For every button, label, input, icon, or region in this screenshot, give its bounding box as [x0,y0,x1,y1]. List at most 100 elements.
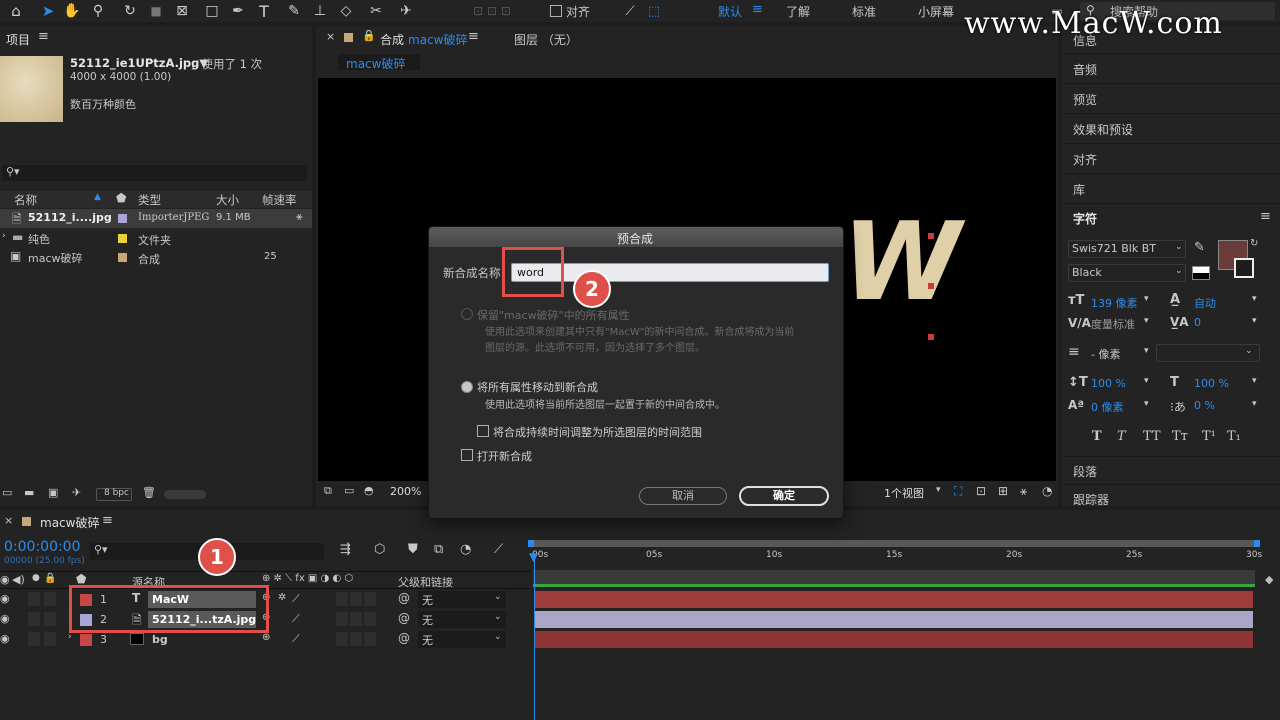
switch-box[interactable] [336,632,348,646]
leading-value[interactable]: 自动 [1194,295,1216,311]
switch-box[interactable] [350,612,362,626]
layer-tab[interactable]: 图层 （无） [514,31,578,48]
workspace-menu-icon[interactable]: ≡ [752,2,763,17]
subscript-button[interactable]: T₁ [1227,429,1241,444]
always-preview-icon[interactable]: ⧉ [324,484,332,498]
switch-box[interactable] [336,612,348,626]
switch-box[interactable] [28,612,40,626]
render-icon[interactable]: ✈ [72,486,81,499]
switch-box[interactable] [28,632,40,646]
close-icon[interactable]: × [326,30,335,43]
comp-tab-label[interactable]: 合成 [380,31,404,48]
superscript-button[interactable]: T¹ [1202,429,1216,444]
home-icon[interactable]: ⌂ [6,1,26,21]
shy-switch-icon[interactable]: ⊕ [262,632,270,643]
font-family-select[interactable]: Swis721 Blk BT ⌄ [1068,240,1186,258]
baseline-shift-value[interactable]: 0 像素 [1091,399,1124,415]
switch-box[interactable] [350,592,362,606]
project-item[interactable]: › ▬ 纯色 文件夹 [0,229,312,248]
chevron-down-icon[interactable]: ▾ [1252,376,1257,386]
roto-brush-tool-icon[interactable]: ✂ [366,1,386,21]
stroke-color-swatch[interactable] [1234,258,1254,278]
chevron-right-icon[interactable]: › [2,231,6,241]
chevron-down-icon[interactable]: ▾ [936,485,941,495]
view-count[interactable]: 1个视图 [884,485,924,501]
switch-box[interactable] [364,612,376,626]
small-caps-button[interactable]: Tт [1172,429,1188,444]
visibility-icon[interactable]: ◉ [0,612,10,625]
layer-duration-bar[interactable] [535,611,1253,628]
pan-behind-tool-icon[interactable]: ⊠ [172,1,192,21]
stroke-width-value[interactable]: - 像素 [1091,346,1120,362]
workspace-small-screen[interactable]: 小屏幕 [918,3,954,20]
switch-box[interactable] [336,592,348,606]
column-name[interactable]: 名称 [14,192,37,208]
monitor-icon[interactable]: ▭ [344,484,354,497]
type-tool-icon[interactable]: T [254,1,274,21]
camera-tool-icon[interactable]: ■ [146,1,166,21]
workspace-learn[interactable]: 了解 [786,3,810,20]
switch-box[interactable] [350,632,362,646]
parent-select[interactable]: 无 ⌄ [418,611,506,628]
panel-item-audio[interactable]: 音频 [1062,55,1280,84]
comp-breadcrumb[interactable]: macw破碎 [338,54,420,71]
toggle-view-icon[interactable]: ⛶ [954,484,962,499]
collapse-switch-icon[interactable]: ✲ [278,592,286,603]
visibility-icon[interactable]: ◉ [0,573,10,586]
brush-tool-icon[interactable]: ✎ [284,1,304,21]
label-tag-icon[interactable]: ⬟ [76,572,86,586]
kerning-value[interactable]: 度量标准 [1091,316,1135,332]
comp-tab-name[interactable]: macw破碎 [408,31,467,48]
column-fps[interactable]: 帧速率 [262,192,297,208]
composition-mini-flowchart-icon[interactable]: ⇶ [340,542,351,557]
solo-icon[interactable]: ● [32,573,40,583]
column-type[interactable]: 类型 [138,192,161,208]
radio-keep-attributes[interactable] [461,308,473,320]
panel-menu-icon[interactable]: ≡ [468,29,479,44]
workspace-default[interactable]: 默认 [718,3,742,20]
selection-tool-icon[interactable]: ➤ [38,1,58,21]
quality-switch-icon[interactable]: ⟋ [292,612,300,626]
bounding-handle[interactable] [928,334,934,340]
parent-select[interactable]: 无 ⌄ [418,591,506,608]
chevron-down-icon[interactable]: ▾ [1144,376,1149,386]
work-area-start-handle[interactable] [528,540,534,547]
chevron-down-icon[interactable]: ▾ [1144,294,1149,304]
interpret-footage-icon[interactable]: ▭ [2,486,12,499]
pickwhip-icon[interactable]: @ [398,591,410,605]
faux-bold-button[interactable]: T [1092,429,1102,444]
faux-italic-button[interactable]: T [1117,429,1126,444]
bounding-handle[interactable] [928,233,934,239]
column-size[interactable]: 大小 [216,192,239,208]
panel-menu-icon[interactable]: ≡ [102,513,113,528]
reset-exposure-icon[interactable]: ◔ [1042,484,1052,498]
switch-box[interactable] [28,592,40,606]
pickwhip-icon[interactable]: @ [398,631,410,645]
draft-3d-icon[interactable]: ⬡ [374,542,385,557]
panel-item-library[interactable]: 库 [1062,175,1280,204]
quality-switch-icon[interactable]: ⟋ [292,592,300,606]
workspace-standard[interactable]: 标准 [852,3,876,20]
timeline-comp-name[interactable]: macw破碎 [40,514,99,531]
zoom-level[interactable]: 200% [390,485,421,498]
radio-move-attributes[interactable] [461,381,473,393]
default-colors-icon[interactable] [1192,266,1210,280]
puppet-tool-icon[interactable]: ✈ [396,1,416,21]
new-folder-icon[interactable]: ▬ [24,486,34,499]
swap-colors-icon[interactable]: ↻ [1250,238,1258,249]
quality-switch-icon[interactable]: ⟋ [292,632,300,646]
label-swatch[interactable] [118,214,127,223]
graph-editor-icon[interactable]: ⟋ [494,542,503,557]
trash-icon[interactable]: 🗑 [142,486,156,499]
project-item[interactable]: 🗎 52112_i....jpg ImporterJPEG 9.1 MB ⚹ [0,209,312,228]
project-item[interactable]: ▣ macw破碎 合成 25 [0,248,312,267]
playhead-line[interactable] [534,560,535,720]
panel-item-effects[interactable]: 效果和预设 [1062,115,1280,144]
font-style-select[interactable]: Black ⌄ [1068,264,1186,282]
switch-box[interactable] [364,632,376,646]
layer-name[interactable]: bg [152,633,168,646]
thumbnail-slider[interactable] [164,490,206,499]
switch-box[interactable] [44,632,56,646]
vr-icon[interactable]: ◓ [364,484,374,497]
work-area-bar[interactable] [528,540,1260,547]
